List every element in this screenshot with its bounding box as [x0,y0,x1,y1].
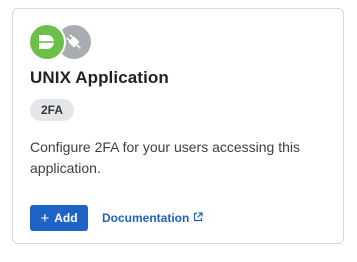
documentation-link[interactable]: Documentation [102,211,203,225]
badge-2fa: 2FA [30,99,75,121]
application-card: UNIX Application 2FA Configure 2FA for y… [12,8,344,244]
duo-logo [30,25,64,59]
application-logos [30,25,100,59]
external-link-icon [193,211,203,222]
plus-icon: + [40,209,50,227]
application-title: UNIX Application [30,68,169,87]
application-description: Configure 2FA for your users accessing t… [30,139,301,176]
add-button-label: Add [54,211,78,225]
documentation-link-label: Documentation [102,211,190,225]
add-button[interactable]: + Add [30,205,88,231]
